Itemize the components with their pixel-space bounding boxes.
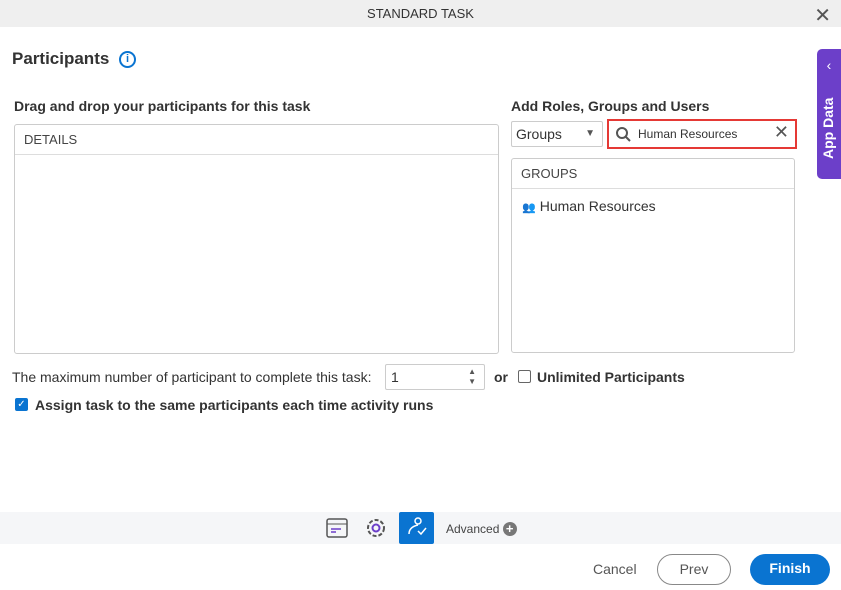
- dropdown-arrow-icon: ▼: [585, 128, 595, 139]
- group-icon: 👥: [522, 202, 536, 214]
- groups-header: GROUPS: [512, 159, 794, 189]
- window-title: STANDARD TASK: [0, 0, 841, 27]
- group-label: Human Resources: [539, 198, 656, 214]
- or-label: or: [494, 369, 508, 385]
- app-data-label: App Data: [820, 97, 836, 159]
- details-dropzone[interactable]: DETAILS: [14, 124, 499, 354]
- details-header: DETAILS: [15, 125, 498, 155]
- participants-label: Drag and drop your participants for this…: [14, 98, 311, 114]
- stepper-arrows-icon[interactable]: ▲ ▼: [468, 367, 476, 387]
- type-select-value: Groups: [516, 126, 562, 142]
- unlimited-checkbox[interactable]: [518, 370, 531, 383]
- participants-tab[interactable]: [399, 512, 434, 544]
- max-value: 1: [391, 369, 399, 385]
- list-item[interactable]: 👥 Human Resources: [512, 189, 794, 214]
- gear-icon[interactable]: [365, 517, 387, 539]
- finish-button[interactable]: Finish: [750, 554, 830, 585]
- participants-icon: [408, 517, 427, 536]
- assign-label: Assign task to the same participants eac…: [35, 397, 434, 413]
- groups-list: GROUPS 👥 Human Resources: [511, 158, 795, 353]
- type-select[interactable]: Groups ▼: [511, 121, 603, 147]
- advanced-button[interactable]: Advanced +: [446, 522, 517, 536]
- max-participants-label: The maximum number of participant to com…: [12, 369, 372, 385]
- prev-button[interactable]: Prev: [657, 554, 731, 585]
- close-icon[interactable]: ✕: [814, 3, 831, 28]
- search-icon: [616, 127, 631, 142]
- clear-search-icon[interactable]: ✕: [774, 122, 789, 143]
- app-data-panel-toggle[interactable]: ‹ App Data: [817, 49, 841, 179]
- cancel-button[interactable]: Cancel: [593, 561, 637, 577]
- info-icon[interactable]: i: [119, 51, 136, 68]
- form-icon[interactable]: [326, 517, 348, 539]
- add-roles-label: Add Roles, Groups and Users: [511, 98, 710, 114]
- search-input[interactable]: Human Resources ✕: [607, 119, 797, 149]
- assign-checkbox[interactable]: ✓: [15, 398, 28, 411]
- plus-circle-icon: +: [502, 522, 517, 536]
- max-participants-stepper[interactable]: 1 ▲ ▼: [385, 364, 485, 390]
- search-value: Human Resources: [638, 127, 738, 141]
- page-title: Participants: [12, 49, 110, 68]
- advanced-label: Advanced: [446, 522, 500, 536]
- unlimited-label: Unlimited Participants: [537, 369, 685, 385]
